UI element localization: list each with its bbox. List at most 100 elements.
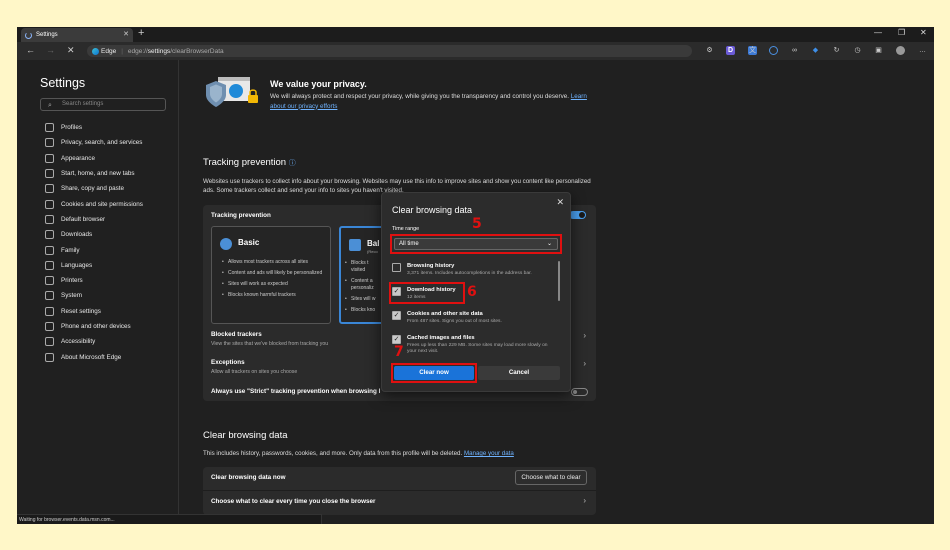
sidebar-item-share[interactable]: Share, copy and paste [45, 181, 143, 196]
time-range-label: Time range [392, 226, 420, 232]
phone-icon [45, 322, 54, 331]
back-icon[interactable]: ← [26, 45, 35, 55]
search-input[interactable]: ⌕ Search settings [40, 98, 166, 111]
sidebar-title: Settings [40, 76, 86, 90]
sidebar-item-reset[interactable]: Reset settings [45, 304, 143, 319]
sidebar-item-default-browser[interactable]: Default browser [45, 212, 143, 227]
divider [203, 490, 596, 491]
checkbox-browsing-history[interactable] [392, 263, 401, 272]
balanced-bullets: Blocks t visited Content a personaliz Si… [345, 260, 382, 318]
url-main: settings [147, 47, 171, 55]
lock-icon [45, 138, 54, 148]
chevron-right-icon: › [583, 359, 586, 368]
sidebar-nav: Profiles Privacy, search, and services A… [45, 120, 143, 365]
tracking-heading: Tracking prevention ⓘ [203, 157, 296, 168]
accessibility-icon [45, 337, 54, 347]
search-icon: ⌕ [48, 102, 52, 109]
appearance-icon [45, 153, 54, 163]
info-icon[interactable]: ⓘ [289, 160, 296, 167]
more-icon[interactable]: … [918, 46, 927, 55]
sidebar-item-downloads[interactable]: Downloads [45, 227, 143, 242]
sidebar-item-languages[interactable]: Languages [45, 258, 143, 273]
extension-d-icon[interactable]: D [726, 46, 735, 55]
stop-icon[interactable]: ✕ [67, 45, 75, 56]
sidebar-item-cookies[interactable]: Cookies and site permissions [45, 196, 143, 211]
step-number-6: 6 [467, 284, 477, 300]
privacy-shield-icon [206, 77, 258, 107]
collections-icon[interactable]: ▣ [874, 46, 883, 55]
sidebar-item-privacy[interactable]: Privacy, search, and services [45, 135, 143, 150]
mode-basic[interactable]: Basic Allows most trackers across all si… [211, 226, 331, 324]
sidebar-item-family[interactable]: Family [45, 242, 143, 257]
clear-browsing-heading: Clear browsing data [203, 430, 288, 441]
home-icon [45, 169, 54, 179]
avatar[interactable] [896, 46, 905, 55]
mode-balanced[interactable]: Bal (Reco Blocks t visited Content a per… [339, 226, 384, 324]
new-tab-icon[interactable]: + [138, 27, 144, 39]
sidebar-item-accessibility[interactable]: Accessibility [45, 334, 143, 349]
basic-bullets: Allows most trackers across all sites Co… [222, 259, 322, 303]
clear-browsing-dialog: ✕ Clear browsing data Time range All tim… [381, 192, 571, 392]
highlight-box-time-range [390, 234, 562, 254]
url-path: /clearBrowserData [170, 47, 224, 55]
system-icon [45, 291, 54, 301]
highlight-box-download [389, 282, 465, 304]
manage-data-link[interactable]: Manage your data [464, 450, 514, 457]
tab-settings[interactable]: Settings ✕ [21, 28, 133, 42]
sidebar-item-phone[interactable]: Phone and other devices [45, 319, 143, 334]
tab-title: Settings [36, 32, 58, 38]
close-icon[interactable]: ✕ [556, 197, 564, 208]
address-separator: | [121, 47, 123, 55]
basic-mode-icon [220, 238, 232, 250]
clear-on-close-row[interactable]: Choose what to clear every time you clos… [211, 498, 375, 505]
checkbox-cached-images[interactable]: ✓ [392, 335, 401, 344]
refresh-icon[interactable]: ↻ [832, 46, 841, 55]
sidebar-item-system[interactable]: System [45, 288, 143, 303]
sidebar-item-appearance[interactable]: Appearance [45, 151, 143, 166]
glasses-icon[interactable]: ∞ [790, 46, 799, 55]
browser-icon [45, 214, 54, 224]
clear-data-card: Clear browsing data now Choose what to c… [203, 467, 596, 515]
loading-spinner-icon [25, 31, 32, 39]
download-icon [45, 230, 54, 240]
share-icon [45, 184, 54, 194]
dialog-title: Clear browsing data [392, 205, 473, 215]
sidebar-item-printers[interactable]: Printers [45, 273, 143, 288]
shield-icon[interactable]: ◆ [811, 46, 820, 55]
sidebar-item-about[interactable]: About Microsoft Edge [45, 349, 143, 364]
clear-now-label: Clear browsing data now [211, 474, 286, 481]
translate-icon[interactable]: 文 [748, 46, 757, 55]
restore-icon[interactable]: ❐ [898, 28, 905, 37]
extension-circle-icon[interactable] [769, 46, 778, 55]
checkbox-cookies[interactable]: ✓ [392, 311, 401, 320]
chevron-right-icon: › [583, 331, 586, 340]
address-bar[interactable]: Edge | edge://settings/clearBrowserData [87, 45, 692, 57]
browser-window: Settings ✕ + — ❐ ✕ ← → ✕ Edge | edge://s… [17, 27, 934, 524]
dialog-scrollbar[interactable] [558, 261, 560, 301]
chevron-right-icon: › [583, 496, 586, 505]
site-settings-icon[interactable]: ⚙ [705, 46, 714, 55]
minimize-icon[interactable]: — [874, 28, 882, 37]
edge-icon [45, 352, 54, 362]
cancel-button[interactable]: Cancel [478, 366, 560, 380]
tracking-card-label: Tracking prevention [211, 212, 271, 219]
history-icon[interactable]: ◷ [853, 46, 862, 55]
window-close-icon[interactable]: ✕ [920, 28, 927, 37]
privacy-text: We will always protect and respect your … [270, 93, 587, 110]
sidebar-item-profiles[interactable]: Profiles [45, 120, 143, 135]
choose-what-to-clear-button[interactable]: Choose what to clear [515, 470, 587, 485]
url-prefix: edge:// [127, 47, 148, 55]
tab-close-icon[interactable]: ✕ [123, 30, 129, 38]
cookie-icon [45, 199, 54, 209]
settings-sidebar: Settings ⌕ Search settings Profiles Priv… [17, 60, 179, 524]
status-bar: Waiting for browser.events.data.msn.com.… [17, 514, 322, 524]
strict-toggle[interactable] [571, 388, 588, 396]
forward-icon[interactable]: → [46, 45, 55, 55]
edge-chip: Edge [92, 47, 116, 55]
family-icon [45, 245, 54, 255]
language-icon [45, 260, 54, 270]
search-placeholder: Search settings [62, 101, 104, 107]
tracking-toggle[interactable] [569, 211, 586, 219]
sidebar-item-start-home[interactable]: Start, home, and new tabs [45, 166, 143, 181]
toolbar: ← → ✕ Edge | edge://settings/clearBrowse… [17, 42, 934, 60]
